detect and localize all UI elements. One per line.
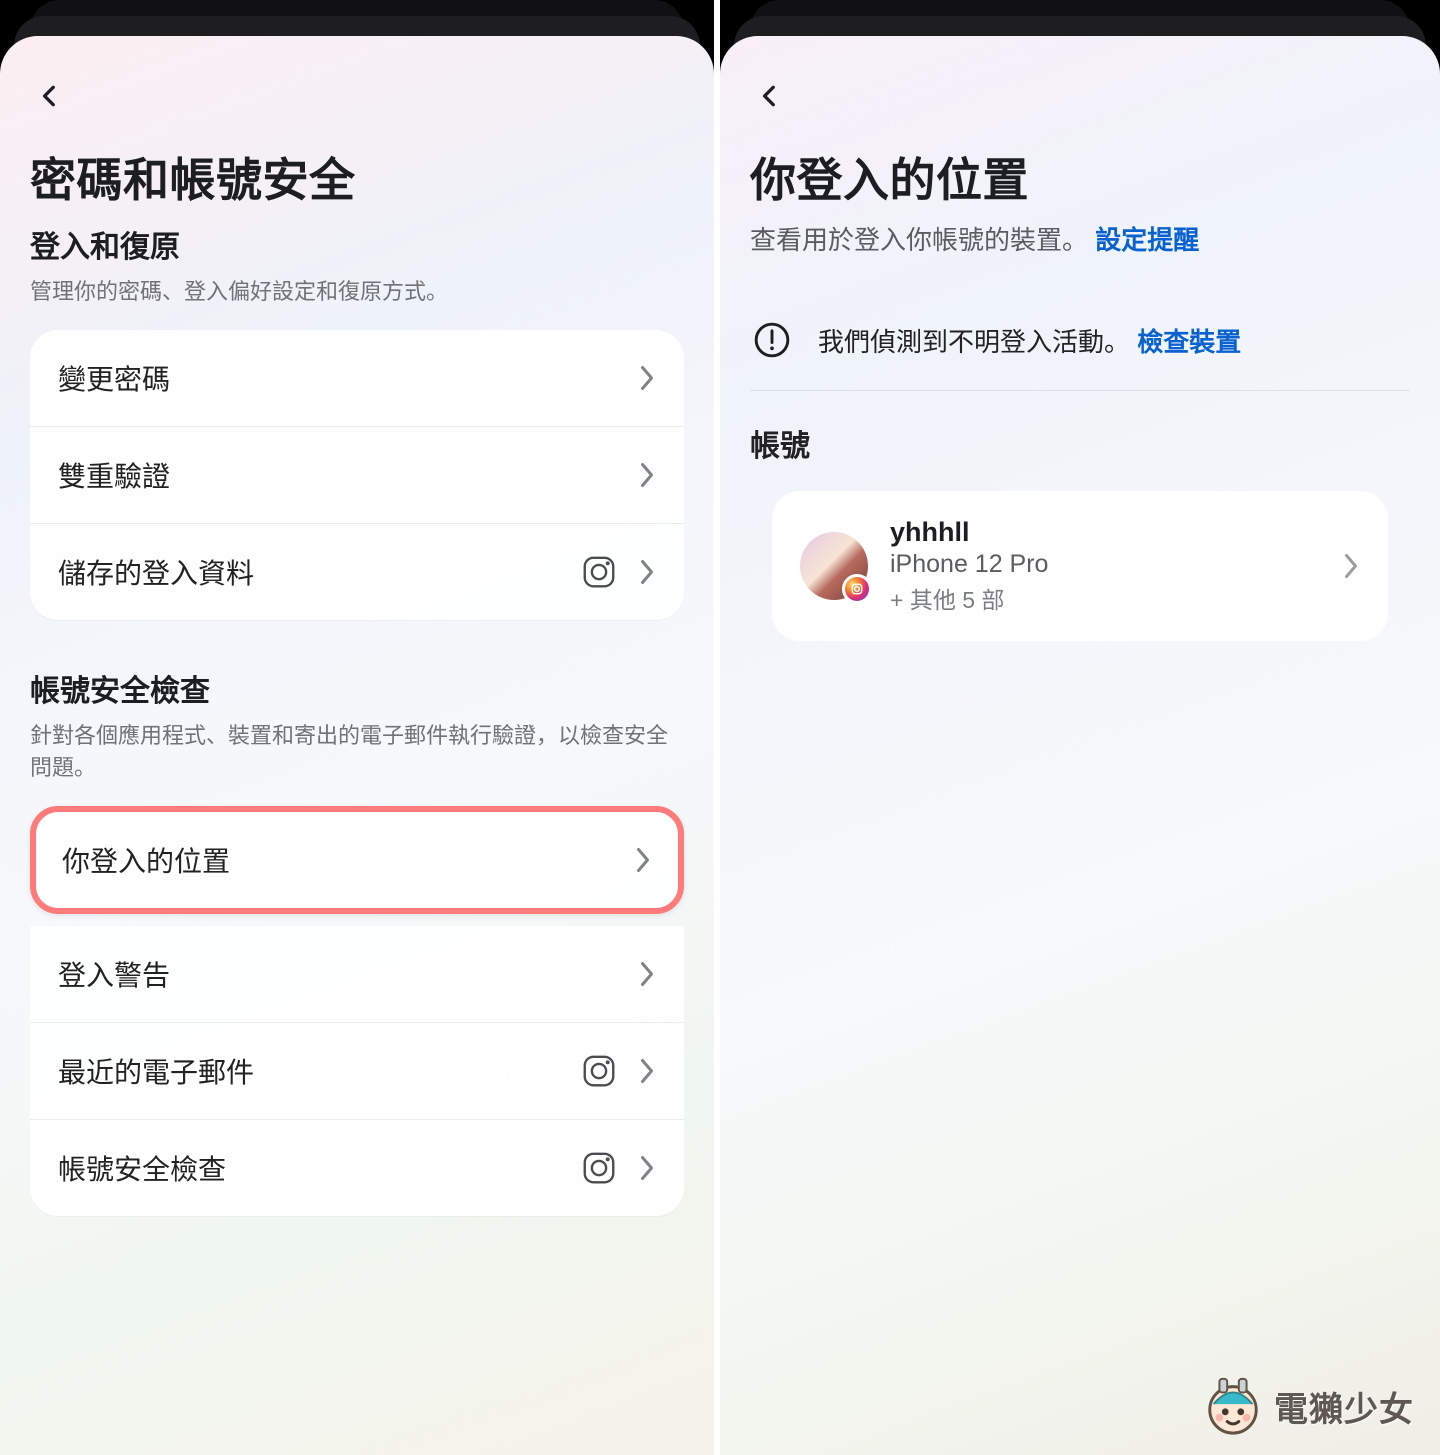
subtitle-text: 查看用於登入你帳號的裝置。 [750, 225, 1095, 255]
chevron-left-icon [757, 83, 783, 109]
row-label: 帳號安全檢查 [58, 1148, 580, 1188]
section-heading-account: 帳號 [750, 421, 1410, 465]
account-more: + 其他 5 部 [890, 581, 1320, 615]
group-checkup-rest: 登入警告 最近的電子郵件 帳號安全檢查 [30, 926, 684, 1216]
instagram-badge-icon [842, 574, 872, 604]
chevron-right-icon [638, 959, 656, 989]
row-label: 登入警告 [58, 954, 638, 994]
page-title: 你登入的位置 [750, 144, 1410, 210]
chevron-right-icon [638, 1153, 656, 1183]
section-heading-login: 登入和復原 [30, 222, 684, 266]
row-recent-emails[interactable]: 最近的電子郵件 [30, 1023, 684, 1120]
alert-text: 我們偵測到不明登入活動。 [818, 327, 1137, 357]
link-set-reminder[interactable]: 設定提醒 [1095, 225, 1199, 255]
row-label: 你登入的位置 [62, 840, 634, 880]
section-desc-login: 管理你的密碼、登入偏好設定和復原方式。 [30, 276, 684, 308]
screenshot-left: 密碼和帳號安全 登入和復原 管理你的密碼、登入偏好設定和復原方式。 變更密碼 雙… [0, 0, 720, 1455]
screenshot-right: 你登入的位置 查看用於登入你帳號的裝置。 設定提醒 我們偵測到不明登入活動。 檢… [720, 0, 1440, 1455]
link-check-devices[interactable]: 檢查裝置 [1137, 327, 1241, 357]
section-desc-checkup: 針對各個應用程式、裝置和寄出的電子郵件執行驗證，以檢查安全問題。 [30, 720, 684, 784]
chevron-right-icon [634, 845, 652, 875]
row-change-password[interactable]: 變更密碼 [30, 330, 684, 427]
sheet-password-security: 密碼和帳號安全 登入和復原 管理你的密碼、登入偏好設定和復原方式。 變更密碼 雙… [0, 36, 714, 1455]
watermark-text: 電獺少女 [1274, 1382, 1414, 1431]
chevron-right-icon [1342, 551, 1360, 581]
row-label: 儲存的登入資料 [58, 552, 580, 592]
account-row[interactable]: yhhhll iPhone 12 Pro + 其他 5 部 [772, 491, 1388, 641]
row-security-checkup[interactable]: 帳號安全檢查 [30, 1120, 684, 1216]
back-button[interactable] [30, 76, 70, 116]
alert-banner: 我們偵測到不明登入活動。 檢查裝置 [750, 296, 1410, 391]
row-saved-login[interactable]: 儲存的登入資料 [30, 524, 684, 620]
chevron-right-icon [638, 557, 656, 587]
chevron-right-icon [638, 363, 656, 393]
alert-icon [750, 318, 794, 362]
highlight-where-logged-in: 你登入的位置 [30, 806, 684, 914]
row-label: 變更密碼 [58, 358, 638, 398]
chevron-right-icon [638, 1056, 656, 1086]
chevron-right-icon [638, 460, 656, 490]
row-where-logged-in[interactable]: 你登入的位置 [36, 812, 678, 908]
alert-text-wrap: 我們偵測到不明登入活動。 檢查裝置 [818, 322, 1241, 359]
chevron-left-icon [37, 83, 63, 109]
instagram-icon [580, 1052, 618, 1090]
group-login-recovery: 變更密碼 雙重驗證 儲存的登入資料 [30, 330, 684, 620]
account-name: yhhhll [890, 517, 1320, 548]
section-heading-checkup: 帳號安全檢查 [30, 666, 684, 710]
sheet-where-logged-in: 你登入的位置 查看用於登入你帳號的裝置。 設定提醒 我們偵測到不明登入活動。 檢… [720, 36, 1440, 1455]
subtitle: 查看用於登入你帳號的裝置。 設定提醒 [750, 222, 1410, 258]
row-login-alerts[interactable]: 登入警告 [30, 926, 684, 1023]
watermark: 電獺少女 [1202, 1375, 1414, 1437]
row-two-factor[interactable]: 雙重驗證 [30, 427, 684, 524]
instagram-icon [580, 553, 618, 591]
back-button[interactable] [750, 76, 790, 116]
row-label: 最近的電子郵件 [58, 1051, 580, 1091]
avatar [800, 532, 868, 600]
instagram-icon [580, 1149, 618, 1187]
row-label: 雙重驗證 [58, 455, 638, 495]
account-device: iPhone 12 Pro [890, 550, 1320, 579]
page-title: 密碼和帳號安全 [30, 144, 684, 210]
account-info: yhhhll iPhone 12 Pro + 其他 5 部 [890, 517, 1320, 615]
watermark-mascot-icon [1202, 1375, 1264, 1437]
